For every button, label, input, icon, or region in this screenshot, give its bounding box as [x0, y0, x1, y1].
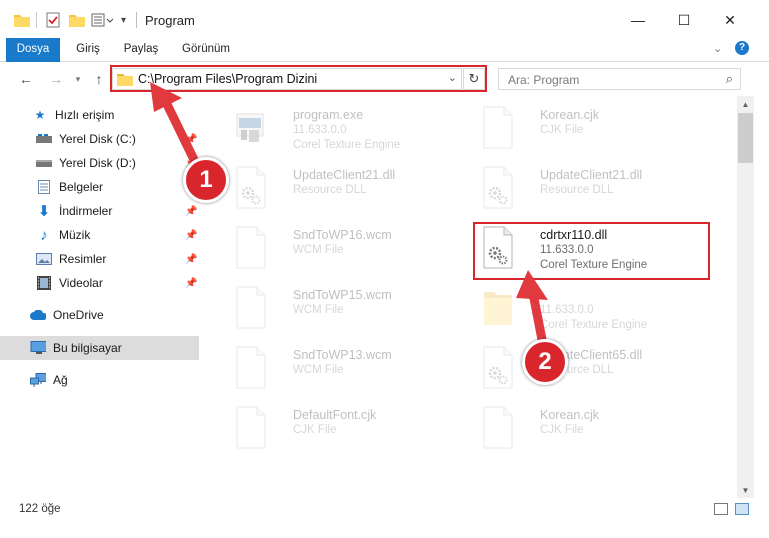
callout-badge-1: 1: [183, 157, 229, 203]
callout-badge-2: 2: [522, 339, 568, 385]
arrow-2-head: [516, 270, 548, 300]
annotation-arrows: [150, 82, 549, 355]
